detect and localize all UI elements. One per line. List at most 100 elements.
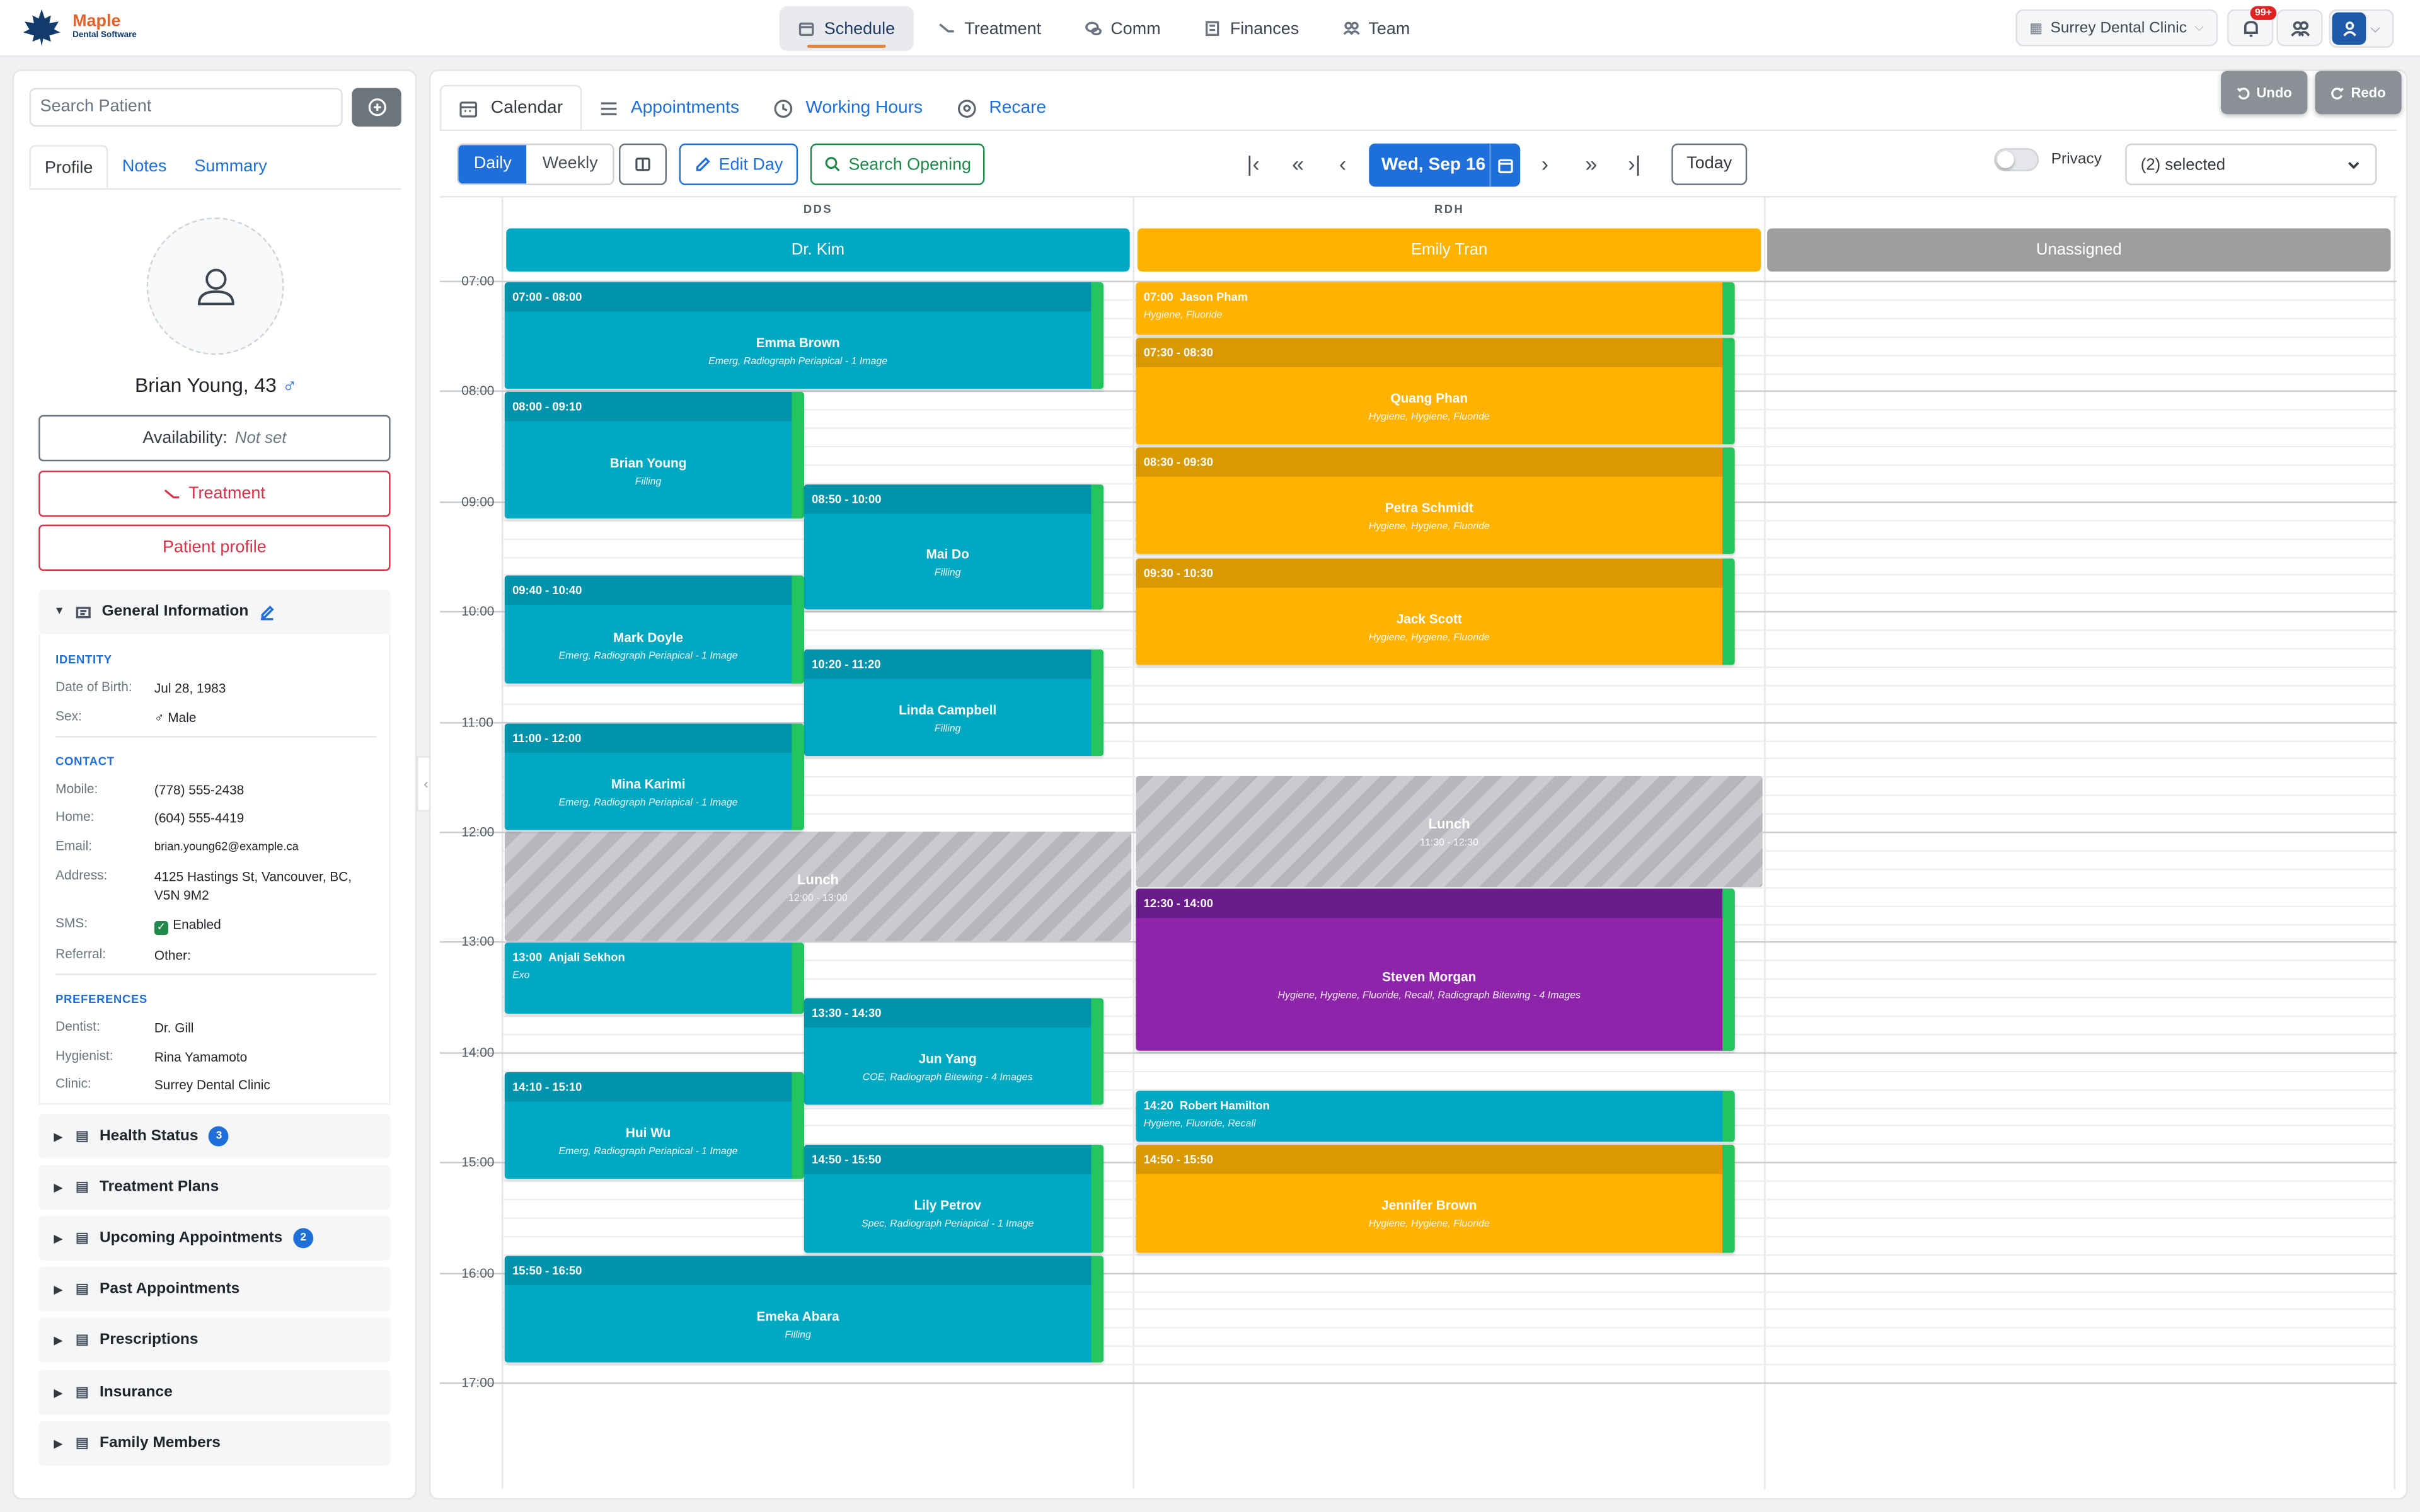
lunch-block[interactable]: Lunch 12:00 - 13:00 <box>504 832 1132 942</box>
appointment-block[interactable]: 11:00 - 12:00 Mina Karimi Emerg, Radiograp… <box>504 723 804 830</box>
search-patient-input[interactable]: Search Patient <box>29 88 343 127</box>
appointment-block[interactable]: 14:50 - 15:50 Lily Petrov Spec, Radiograph… <box>804 1145 1104 1252</box>
id-card-icon <box>76 605 91 618</box>
add-patient-button[interactable] <box>352 88 401 127</box>
today-button[interactable]: Today <box>1671 143 1748 185</box>
nav-schedule[interactable]: Schedule <box>779 6 914 51</box>
appointment-block[interactable]: 14:50 - 15:50 Jennifer Brown Hygiene, Hygi… <box>1136 1145 1735 1252</box>
section-label: Past Appointments <box>99 1280 240 1298</box>
appointment-block[interactable]: 08:50 - 10:00 Mai Do Filling <box>804 484 1104 610</box>
notification-badge: 99+ <box>2250 6 2277 20</box>
section-prescriptions[interactable]: ▶ ▤ Prescriptions <box>38 1317 391 1363</box>
view-daily-button[interactable]: Daily <box>458 145 527 184</box>
appointment-block[interactable]: 07:30 - 08:30 Quang Phan Hygiene, Hygiene,… <box>1136 337 1735 445</box>
list-icon <box>601 101 616 115</box>
column-role: RDH <box>1434 202 1465 216</box>
lunch-block[interactable]: Lunch 11:30 - 12:30 <box>1136 776 1763 887</box>
appointment-block[interactable]: 08:00 - 09:10 Brian Young Filling <box>504 392 804 518</box>
view-weekly-button[interactable]: Weekly <box>527 145 613 183</box>
tab-working-hours[interactable]: Working Hours <box>756 85 940 131</box>
chevron-down-icon <box>2348 161 2360 169</box>
provider-header[interactable]: Dr. Kim <box>506 228 1130 272</box>
appointment-procedures: Emerg, Radiograph Periapical - 1 Image <box>708 357 888 368</box>
appointment-block[interactable]: 12:30 - 14:00 Steven Morgan Hygiene, Hygie… <box>1136 888 1735 1051</box>
appointment-block[interactable]: 15:50 - 16:50 Emeka Abara Filling <box>504 1255 1104 1363</box>
edit-icon[interactable] <box>259 604 274 620</box>
appointment-block[interactable]: 10:20 - 11:20 Linda Campbell Filling <box>804 650 1104 757</box>
appointment-block[interactable]: 09:40 - 10:40 Mark Doyle Emerg, Radiograph… <box>504 576 804 684</box>
search-opening-button[interactable]: Search Opening <box>810 143 985 185</box>
calendar-icon <box>459 101 478 117</box>
tooth-tool-icon <box>938 23 954 33</box>
availability-button[interactable]: Availability: Not set <box>38 415 391 462</box>
date-picker[interactable]: Wed, Sep 16 <box>1369 143 1521 187</box>
tab-recare[interactable]: Recare <box>940 85 1063 131</box>
provider-header[interactable]: Unassigned <box>1767 228 2391 272</box>
logo-title: Maple <box>72 12 121 31</box>
appointment-block[interactable]: 13:00 Anjali Sekhon Exo <box>504 943 804 1014</box>
appointment-block[interactable]: 08:30 - 09:30 Petra Schmidt Hygiene, Hygie… <box>1136 447 1735 555</box>
tab-appointments[interactable]: Appointments <box>581 85 756 131</box>
redo-button[interactable]: Redo <box>2315 71 2402 115</box>
appointment-title: 07:00 Jason Pham <box>1144 290 1248 304</box>
privacy-toggle[interactable] <box>1994 148 2039 171</box>
next-day-icon[interactable]: › <box>1533 151 1557 176</box>
section-upcoming-appointments[interactable]: ▶ ▤ Upcoming Appointments 2 <box>38 1215 391 1261</box>
edit-day-label: Edit Day <box>718 155 783 174</box>
schedule-tabs: Calendar Appointments Working Hours Reca… <box>439 84 1063 132</box>
treatment-button[interactable]: Treatment <box>38 470 391 517</box>
general-information-header[interactable]: ▼ General Information <box>38 589 391 634</box>
plus-circle-icon <box>367 98 386 117</box>
nav-treatment[interactable]: Treatment <box>919 6 1059 51</box>
tab-profile[interactable]: Profile <box>29 145 108 188</box>
info-value[interactable]: brian.young62@example.ca <box>154 838 380 856</box>
section-family-members[interactable]: ▶ ▤ Family Members <box>38 1421 391 1466</box>
clipboard-icon: ▤ <box>76 1128 89 1143</box>
appointment-block[interactable]: 14:10 - 15:10 Hui Wu Emerg, Radiograph Per… <box>504 1072 804 1179</box>
section-health-status[interactable]: ▶ ▤ Health Status 3 <box>38 1114 391 1159</box>
appointment-time: 14:50 - 15:50 <box>804 1145 1092 1175</box>
tab-summary[interactable]: Summary <box>180 145 280 188</box>
next-week-icon[interactable]: » <box>1579 151 1603 176</box>
rx-icon: ▤ <box>76 1331 89 1347</box>
tab-notes[interactable]: Notes <box>108 145 180 188</box>
checkbox-checked-icon[interactable]: ✓ <box>154 921 168 936</box>
split-view-button[interactable] <box>619 143 667 185</box>
provider-header[interactable]: Emily Tran <box>1137 228 1761 272</box>
appointment-block[interactable]: 14:20 Robert Hamilton Hygiene, Fluoride, … <box>1136 1090 1735 1142</box>
patient-profile-button[interactable]: Patient profile <box>38 524 391 571</box>
last-day-icon[interactable]: ›| <box>1622 151 1647 176</box>
info-value[interactable]: (604) 555-4419 <box>154 808 380 827</box>
nav-finances[interactable]: Finances <box>1185 6 1318 51</box>
info-key: Email: <box>55 837 93 854</box>
tab-calendar[interactable]: Calendar <box>439 84 582 132</box>
info-value[interactable]: (778) 555-2438 <box>154 781 380 799</box>
previous-day-icon[interactable]: ‹ <box>1330 151 1355 176</box>
section-insurance[interactable]: ▶ ▤ Insurance <box>38 1370 391 1415</box>
appointment-block[interactable]: 07:00 - 08:00 Emma Brown Emerg, Radiograph… <box>504 282 1104 390</box>
app-logo[interactable]: Maple Dental Software <box>18 8 137 48</box>
provider-filter-dropdown[interactable]: (2) selected <box>2125 143 2377 185</box>
search-icon <box>824 157 839 172</box>
nav-comm[interactable]: Comm <box>1066 6 1179 51</box>
tooth-tool-icon: ▤ <box>76 1179 89 1194</box>
previous-week-icon[interactable]: « <box>1286 151 1310 176</box>
clinic-selector[interactable]: ▦ Surrey Dental Clinic ⌵ <box>2015 9 2218 47</box>
appointment-block[interactable]: 09:30 - 10:30 Jack Scott Hygiene, Hygiene,… <box>1136 558 1735 665</box>
edit-day-button[interactable]: Edit Day <box>679 143 798 185</box>
section-treatment-plans[interactable]: ▶ ▤ Treatment Plans <box>38 1164 391 1210</box>
chat-icon <box>1085 21 1102 35</box>
status-bar <box>1722 1090 1735 1142</box>
appointment-block[interactable]: 13:30 - 14:30 Jun Yang COE, Radiograph Bit… <box>804 998 1104 1106</box>
undo-button[interactable]: Undo <box>2221 71 2308 115</box>
appointment-time: 10:20 - 11:20 <box>804 650 1092 679</box>
info-key: Sex: <box>55 708 82 724</box>
appointment-block[interactable]: 07:00 Jason Pham Hygiene, Fluoride <box>1136 282 1735 335</box>
first-day-icon[interactable]: |‹ <box>1241 151 1265 176</box>
staff-button[interactable] <box>2276 9 2323 47</box>
section-past-appointments[interactable]: ▶ ▤ Past Appointments <box>38 1266 391 1312</box>
calendar-icon[interactable] <box>1489 143 1520 187</box>
notifications-button[interactable]: 99+ <box>2227 6 2277 47</box>
user-menu[interactable]: ⌵ <box>2329 9 2394 48</box>
nav-team[interactable]: Team <box>1323 6 1428 51</box>
